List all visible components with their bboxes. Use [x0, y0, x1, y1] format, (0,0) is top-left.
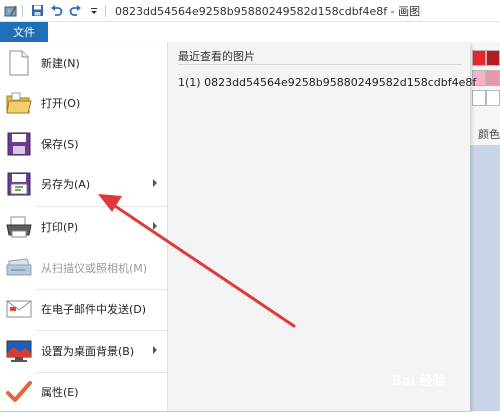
- canvas-background: [469, 146, 500, 411]
- menu-item-label: 保存(S): [41, 138, 79, 151]
- file-menu: 新建(N) 打开(O) 保存(S) 另存为(A) 打印(P) 从扫描仪或照相机(…: [0, 42, 476, 412]
- recent-pictures-title: 最近查看的图片: [178, 50, 255, 63]
- desktop-background-icon: [4, 336, 34, 366]
- menu-item-label: 从扫描仪或照相机(M): [41, 262, 148, 275]
- file-menu-commands: 新建(N) 打开(O) 保存(S) 另存为(A) 打印(P) 从扫描仪或照相机(…: [0, 42, 167, 411]
- submenu-arrow-icon: [153, 222, 157, 230]
- menu-item-label: 打印(P): [41, 221, 79, 234]
- new-document-icon: [4, 48, 34, 78]
- redo-icon[interactable]: [67, 3, 83, 19]
- recent-pictures-panel: 最近查看的图片 1(1) 0823dd54564e9258b9588024958…: [167, 42, 476, 411]
- color-swatch-dark-red[interactable]: [486, 50, 500, 66]
- scanner-icon: [4, 253, 34, 283]
- printer-icon: [4, 212, 34, 242]
- menu-item-label: 新建(N): [41, 57, 80, 70]
- submenu-arrow-icon: [153, 346, 157, 354]
- menu-item-label: 打开(O): [41, 97, 81, 110]
- menu-item-label: 属性(E): [41, 386, 79, 399]
- ribbon-tabs: 文件: [0, 22, 500, 42]
- undo-icon[interactable]: [48, 3, 64, 19]
- watermark: Bai 经验: [392, 374, 446, 389]
- menu-separator: [36, 330, 167, 331]
- menu-item-save[interactable]: 保存(S): [0, 125, 167, 163]
- save-as-icon: [4, 169, 34, 199]
- menu-item-open[interactable]: 打开(O): [0, 84, 167, 122]
- menu-item-print[interactable]: 打印(P): [0, 208, 167, 246]
- color-swatch-empty[interactable]: [486, 90, 500, 106]
- recent-picture-item[interactable]: 1(1) 0823dd54564e9258b95880249582d158cdb…: [178, 76, 476, 89]
- color-swatch-empty[interactable]: [472, 90, 486, 106]
- customize-quick-access-dropdown-icon[interactable]: [86, 3, 102, 19]
- menu-separator: [36, 206, 167, 207]
- email-icon: [4, 294, 34, 324]
- paint-app-icon[interactable]: [3, 3, 19, 19]
- tab-file[interactable]: 文件: [0, 22, 48, 42]
- properties-checkmark-icon: [4, 377, 34, 407]
- menu-item-new[interactable]: 新建(N): [0, 44, 167, 82]
- color-swatch-rose[interactable]: [486, 70, 500, 86]
- save-icon[interactable]: [29, 3, 45, 19]
- title-separator: [105, 4, 106, 17]
- menu-item-save-as[interactable]: 另存为(A): [0, 165, 167, 203]
- menu-item-properties[interactable]: 属性(E): [0, 373, 167, 411]
- recent-pictures-divider: [178, 64, 462, 65]
- quick-access-separator: [22, 4, 23, 17]
- colors-group-label: 颜色: [478, 128, 500, 141]
- open-folder-icon: [4, 88, 34, 118]
- submenu-arrow-icon: [153, 179, 157, 187]
- menu-item-label: 另存为(A): [41, 178, 91, 191]
- color-swatch-red[interactable]: [472, 50, 486, 66]
- menu-item-label: 设置为桌面背景(B): [41, 345, 135, 358]
- menu-item-set-desktop-background[interactable]: 设置为桌面背景(B): [0, 332, 167, 370]
- window-title: 0823dd54564e9258b95880249582d158cdbf4e8f…: [115, 4, 421, 18]
- title-bar: 0823dd54564e9258b95880249582d158cdbf4e8f…: [0, 0, 500, 22]
- menu-item-label: 在电子邮件中发送(D): [41, 303, 147, 316]
- save-icon: [4, 129, 34, 159]
- menu-item-send-email[interactable]: 在电子邮件中发送(D): [0, 290, 167, 328]
- menu-item-from-scanner: 从扫描仪或照相机(M): [0, 249, 167, 287]
